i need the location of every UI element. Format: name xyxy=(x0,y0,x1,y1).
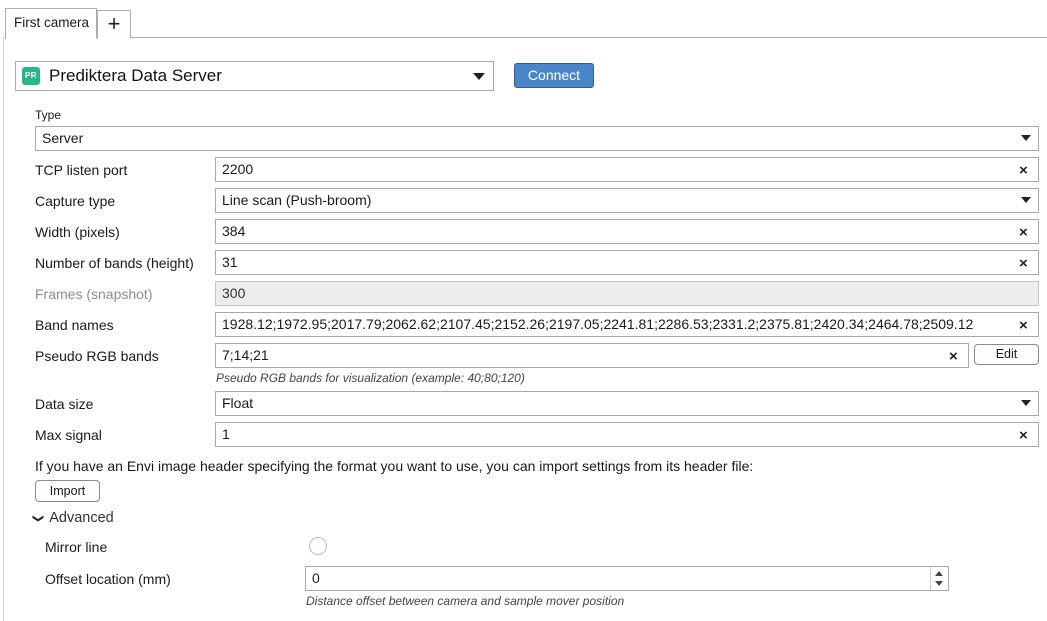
chevron-down-icon xyxy=(473,73,485,80)
panel-left-border xyxy=(3,37,4,621)
add-tab-button[interactable]: + xyxy=(97,10,131,38)
offset-location-value: 0 xyxy=(312,570,320,586)
capture-type-label: Capture type xyxy=(35,193,116,209)
width-label: Width (pixels) xyxy=(35,224,120,240)
chevron-down-icon xyxy=(1021,197,1031,203)
clear-icon[interactable]: × xyxy=(1019,225,1028,240)
pseudo-rgb-hint: Pseudo RGB bands for visualization (exam… xyxy=(216,371,525,385)
server-name: Prediktera Data Server xyxy=(49,66,222,85)
server-select[interactable]: PR Prediktera Data Server xyxy=(15,61,494,91)
mirror-line-label: Mirror line xyxy=(45,539,108,555)
prediktera-logo-icon: PR xyxy=(22,67,40,85)
max-signal-label: Max signal xyxy=(35,427,102,443)
type-value: Server xyxy=(42,130,84,146)
advanced-toggle[interactable]: ❯ Advanced xyxy=(32,509,114,529)
pseudo-rgb-label: Pseudo RGB bands xyxy=(35,348,159,364)
spin-up-icon[interactable] xyxy=(935,571,943,576)
clear-icon[interactable]: × xyxy=(949,349,958,364)
bands-input[interactable]: 31 × xyxy=(215,250,1039,275)
type-select[interactable]: Server xyxy=(35,126,1039,151)
advanced-label: Advanced xyxy=(49,510,114,526)
data-size-label: Data size xyxy=(35,396,94,412)
chevron-down-icon xyxy=(1021,400,1031,406)
type-label: Type xyxy=(35,108,62,122)
chevron-down-icon xyxy=(1021,135,1031,141)
chevron-down-icon: ❯ xyxy=(32,513,45,524)
capture-type-select[interactable]: Line scan (Push-broom) xyxy=(215,188,1039,213)
tcp-port-value: 2200 xyxy=(222,161,254,177)
data-size-value: Float xyxy=(222,395,254,411)
envi-import-text: If you have an Envi image header specify… xyxy=(35,458,754,474)
bands-label: Number of bands (height) xyxy=(35,255,194,271)
clear-icon[interactable]: × xyxy=(1019,163,1028,178)
bands-value: 31 xyxy=(222,254,238,270)
clear-icon[interactable]: × xyxy=(1019,428,1028,443)
offset-location-spinbox[interactable]: 0 xyxy=(305,566,949,591)
tab-bar-divider xyxy=(130,37,1047,38)
spin-down-icon[interactable] xyxy=(935,581,943,586)
width-input[interactable]: 384 × xyxy=(215,219,1039,244)
offset-location-label: Offset location (mm) xyxy=(45,571,171,587)
max-signal-input[interactable]: 1 × xyxy=(215,422,1039,447)
tab-first-camera[interactable]: First camera xyxy=(5,8,97,39)
import-button[interactable]: Import xyxy=(35,480,100,502)
frames-input: 300 xyxy=(215,281,1039,306)
mirror-line-radio[interactable] xyxy=(309,537,327,555)
clear-icon[interactable]: × xyxy=(1019,318,1028,333)
tcp-port-label: TCP listen port xyxy=(35,162,128,178)
band-names-input[interactable]: 1928.12;1972.95;2017.79;2062.62;2107.45;… xyxy=(215,312,1039,337)
connect-button[interactable]: Connect xyxy=(514,63,594,88)
tcp-port-input[interactable]: 2200 × xyxy=(215,157,1039,182)
pseudo-rgb-value: 7;14;21 xyxy=(222,347,269,363)
frames-label: Frames (snapshot) xyxy=(35,286,153,302)
capture-type-value: Line scan (Push-broom) xyxy=(222,192,372,208)
offset-location-hint: Distance offset between camera and sampl… xyxy=(306,594,625,608)
frames-value: 300 xyxy=(222,285,246,301)
edit-pseudo-rgb-button[interactable]: Edit xyxy=(974,344,1039,365)
band-names-label: Band names xyxy=(35,317,114,333)
pseudo-rgb-input[interactable]: 7;14;21 × xyxy=(215,343,969,368)
max-signal-value: 1 xyxy=(222,426,230,442)
data-size-select[interactable]: Float xyxy=(215,391,1039,416)
band-names-value: 1928.12;1972.95;2017.79;2062.62;2107.45;… xyxy=(222,316,974,332)
spin-buttons xyxy=(930,567,946,590)
width-value: 384 xyxy=(222,223,246,239)
clear-icon[interactable]: × xyxy=(1019,256,1028,271)
